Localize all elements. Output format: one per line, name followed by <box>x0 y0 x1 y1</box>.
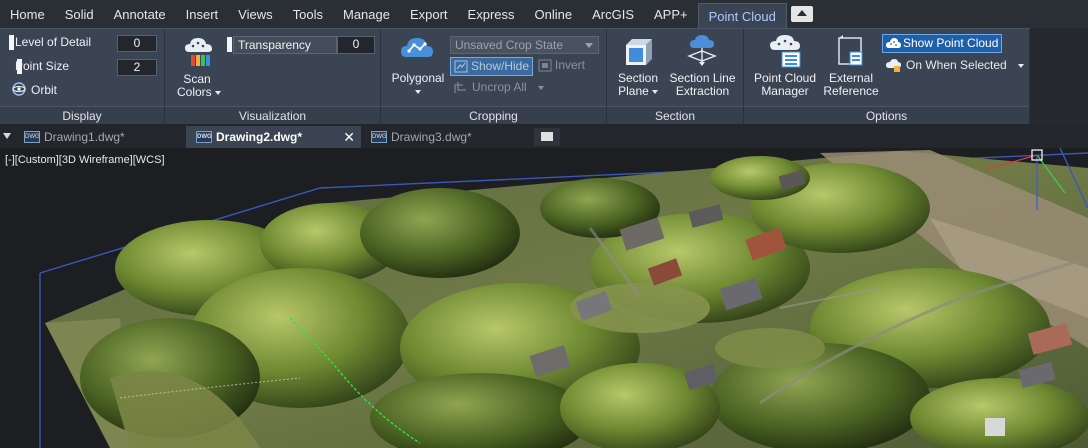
panel-visualization: Scan Colors Transparency 0 Visualization <box>165 29 381 125</box>
file-tab-label: Drawing2.dwg* <box>216 130 303 144</box>
section-plane-label-line2: Plane <box>618 84 649 98</box>
uncrop-all-button[interactable]: Uncrop All <box>450 79 545 98</box>
panel-display: Level of Detail 0 Point Size 2 Orbit Dis… <box>0 29 165 125</box>
on-when-selected-label: On When Selected <box>906 58 1007 72</box>
level-of-detail-label: Level of Detail <box>15 35 92 49</box>
chevron-down-icon <box>651 89 658 94</box>
point-cloud-manager-button[interactable]: Point Cloud Manager <box>750 72 820 98</box>
tab-views[interactable]: Views <box>228 0 282 28</box>
transparency-slider[interactable]: Transparency <box>233 36 337 54</box>
file-tab-drawing1[interactable]: DWG Drawing1.dwg* <box>14 126 186 148</box>
panel-options-title: Options <box>744 106 1029 125</box>
panel-section-title: Section <box>607 106 743 125</box>
tab-express[interactable]: Express <box>458 0 525 28</box>
panel-cropping: Polygonal Unsaved Crop State Show/Hide I… <box>381 29 607 125</box>
chevron-down-icon <box>415 89 421 94</box>
file-tab-label: Drawing3.dwg* <box>391 130 472 144</box>
close-icon[interactable]: ✕ <box>343 126 355 148</box>
uncrop-icon <box>454 82 466 93</box>
invert-crop-button[interactable]: Invert <box>536 57 585 76</box>
tab-home[interactable]: Home <box>0 0 55 28</box>
chevron-down-icon <box>1018 63 1025 68</box>
panel-visualization-title: Visualization <box>165 106 380 125</box>
transparency-input[interactable]: 0 <box>337 36 375 54</box>
invert-label: Invert <box>555 58 586 72</box>
slider-thumb-icon[interactable] <box>9 35 14 50</box>
polygonal-label: Polygonal <box>391 71 445 85</box>
transparency-label: Transparency <box>238 38 311 52</box>
show-hide-label: Show/Hide <box>471 59 530 73</box>
dwg-file-icon: DWG <box>196 131 212 143</box>
new-drawing-tab-icon[interactable] <box>534 128 560 146</box>
minimize-ribbon-icon[interactable] <box>790 6 813 22</box>
point-size-input[interactable]: 2 <box>117 59 157 76</box>
drawing-area[interactable]: [-][Custom][3D Wireframe][WCS] <box>0 148 1088 448</box>
tab-arcgis[interactable]: ArcGIS <box>582 0 644 28</box>
point-size-label: Point Size <box>15 59 70 73</box>
panel-display-title: Display <box>0 106 164 125</box>
tab-app-plus[interactable]: APP+ <box>644 0 698 28</box>
panel-cropping-title: Cropping <box>381 106 606 125</box>
on-when-selected-dropdown[interactable]: On When Selected <box>884 57 1025 76</box>
file-tabs-menu-icon[interactable] <box>3 133 11 139</box>
show-hide-crop-button[interactable]: Show/Hide <box>450 57 533 76</box>
scan-colors-label-line2: Colors <box>177 85 212 99</box>
tab-annotate[interactable]: Annotate <box>104 0 176 28</box>
orbit-label[interactable]: Orbit <box>31 83 57 97</box>
show-point-cloud-label: Show Point Cloud <box>903 36 999 50</box>
section-plane-icon[interactable] <box>622 35 656 67</box>
file-tab-drawing2[interactable]: DWG Drawing2.dwg* ✕ <box>186 126 361 148</box>
point-cloud-icon <box>886 38 901 48</box>
ribbon-empty-area <box>1030 28 1088 124</box>
tab-solid[interactable]: Solid <box>55 0 104 28</box>
point-cloud-render <box>39 148 1088 448</box>
show-hide-icon <box>454 60 468 73</box>
level-of-detail-input[interactable]: 0 <box>117 35 157 52</box>
external-reference-icon[interactable] <box>834 35 866 67</box>
uncrop-all-label: Uncrop All <box>472 80 527 94</box>
tab-export[interactable]: Export <box>400 0 458 28</box>
scan-colors-icon[interactable] <box>181 34 217 68</box>
point-cloud-select-icon <box>886 59 901 72</box>
invert-icon <box>538 59 552 72</box>
polygonal-button[interactable]: Polygonal <box>389 72 447 98</box>
scan-colors-button[interactable]: Scan Colors <box>177 73 221 99</box>
file-tab-bar: DWG Drawing1.dwg* DWG Drawing2.dwg* ✕ DW… <box>0 124 1088 148</box>
crop-state-value: Unsaved Crop State <box>455 38 564 52</box>
section-plane-button[interactable]: Section Plane <box>613 72 663 98</box>
section-line-extraction-button[interactable]: Section Line Extraction <box>665 72 740 98</box>
tab-tools[interactable]: Tools <box>283 0 333 28</box>
chevron-down-icon <box>214 90 221 95</box>
slider-thumb-icon[interactable] <box>227 37 232 52</box>
ribbon: Level of Detail 0 Point Size 2 Orbit Dis… <box>0 28 1088 125</box>
manager-label-line2: Manager <box>761 84 809 98</box>
dwg-file-icon: DWG <box>24 131 40 143</box>
crop-state-dropdown[interactable]: Unsaved Crop State <box>450 36 599 54</box>
chevron-down-icon <box>538 85 545 90</box>
dwg-file-icon: DWG <box>371 131 387 143</box>
tab-point-cloud[interactable]: Point Cloud <box>697 3 787 28</box>
external-reference-button[interactable]: External Reference <box>822 72 880 98</box>
ribbon-tab-strip: Home Solid Annotate Insert Views Tools M… <box>0 0 1088 28</box>
chevron-down-icon <box>585 43 593 48</box>
orbit-icon[interactable] <box>11 81 27 97</box>
point-cloud-manager-icon[interactable] <box>768 34 804 68</box>
tab-insert[interactable]: Insert <box>176 0 229 28</box>
file-tab-drawing3[interactable]: DWG Drawing3.dwg* <box>361 126 533 148</box>
panel-options: Point Cloud Manager External Reference S… <box>744 29 1030 125</box>
tab-manage[interactable]: Manage <box>333 0 400 28</box>
viewport-controls[interactable]: [-][Custom][3D Wireframe][WCS] <box>5 154 165 166</box>
panel-section: Section Plane Section Line Extraction Se… <box>607 29 744 125</box>
tab-online[interactable]: Online <box>525 0 583 28</box>
polygonal-crop-icon[interactable] <box>400 35 434 65</box>
file-tab-label: Drawing1.dwg* <box>44 130 125 144</box>
section-line-label-line2: Extraction <box>675 84 730 98</box>
external-ref-label-line2: Reference <box>823 84 879 98</box>
show-point-cloud-toggle[interactable]: Show Point Cloud <box>882 34 1002 53</box>
section-line-extraction-icon[interactable] <box>685 34 719 68</box>
